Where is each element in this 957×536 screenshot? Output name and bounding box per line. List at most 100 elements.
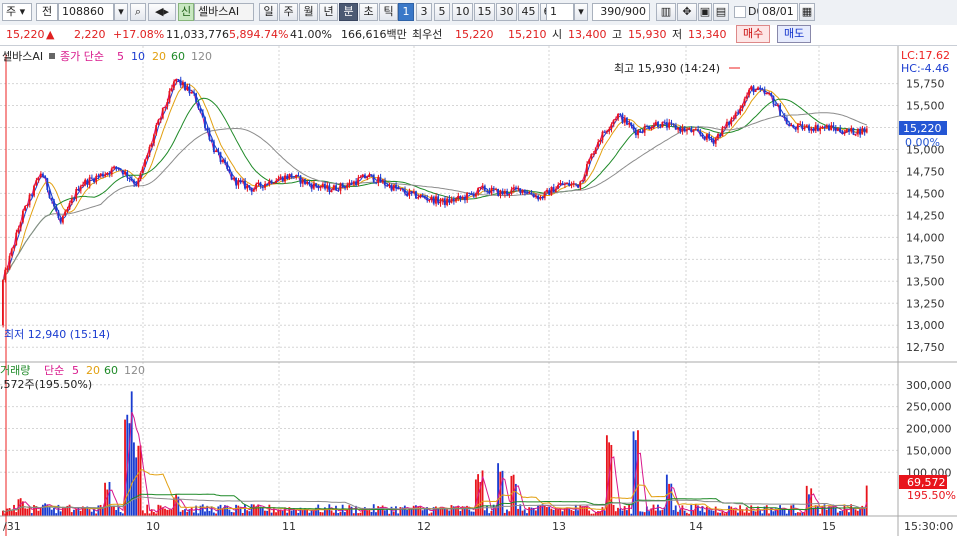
interval-45[interactable]: 45 xyxy=(518,3,539,21)
current-price-tag-text: 15,220 xyxy=(903,122,942,135)
candle-body xyxy=(590,153,593,160)
volume-bar xyxy=(281,511,284,516)
candle-body xyxy=(570,184,573,186)
count-field[interactable]: 390/900 xyxy=(592,3,650,21)
volume-bar xyxy=(246,510,249,516)
interval-input[interactable]: 1 xyxy=(546,3,574,21)
candle-body xyxy=(343,186,346,188)
interval-3[interactable]: 3 xyxy=(416,3,432,21)
volume-bar xyxy=(703,512,706,516)
candle-body xyxy=(803,127,806,130)
period-week[interactable]: 주 xyxy=(279,3,298,21)
candle-body xyxy=(228,169,231,173)
stock-code-input[interactable]: 108860 xyxy=(58,3,114,21)
interval-5[interactable]: 5 xyxy=(434,3,450,21)
volume-bar xyxy=(77,506,80,516)
interval-15[interactable]: 15 xyxy=(474,3,495,21)
candle-body xyxy=(259,182,262,187)
candle-body xyxy=(33,185,35,196)
volume-bar xyxy=(330,510,333,516)
candle-body xyxy=(113,166,115,169)
candle-body xyxy=(697,129,699,132)
candle-body xyxy=(592,153,595,155)
volume-bar xyxy=(93,509,95,516)
type-select[interactable]: 주 ▾ xyxy=(2,3,32,21)
candle-body xyxy=(759,87,762,90)
volume-ma-line xyxy=(2,412,868,514)
candle-body xyxy=(794,127,797,130)
period-minute[interactable]: 분 xyxy=(339,3,358,21)
search-icon[interactable]: ⌕ xyxy=(130,3,146,21)
volume-bar xyxy=(792,504,795,516)
candle-body xyxy=(150,142,153,147)
volume-bar xyxy=(152,512,155,516)
candle-body xyxy=(250,187,253,192)
interval-30[interactable]: 30 xyxy=(496,3,517,21)
candle-body xyxy=(736,112,739,114)
period-year[interactable]: 년 xyxy=(319,3,338,21)
interval-1[interactable]: 1 xyxy=(398,3,414,21)
d0-checkbox[interactable] xyxy=(734,6,746,18)
candle-body xyxy=(765,93,768,95)
price-legend-prefix: 종가 단순 xyxy=(60,50,104,63)
save-icon[interactable]: ▣ xyxy=(698,3,712,21)
volume-bar xyxy=(110,506,113,516)
volume-bar xyxy=(24,508,27,516)
period-month[interactable]: 월 xyxy=(299,3,318,21)
volume-bar xyxy=(517,508,519,516)
volume-bar xyxy=(772,511,775,516)
candle-body xyxy=(848,129,850,132)
ma-legend-120: 120 xyxy=(191,50,212,63)
time-axis-label: 10 xyxy=(146,520,160,533)
period-second[interactable]: 초 xyxy=(359,3,378,21)
candle-body xyxy=(861,128,864,135)
sound-icon[interactable]: ◀▸ xyxy=(148,3,176,21)
volume-bar xyxy=(561,511,564,516)
volume-bar xyxy=(412,505,415,516)
candle-body xyxy=(235,177,237,186)
date-input[interactable]: 08/01 xyxy=(758,3,798,21)
candle-body xyxy=(297,175,300,177)
crosshair-icon[interactable]: ✥ xyxy=(677,3,697,21)
volume-bar xyxy=(623,506,626,516)
volume-bar xyxy=(854,509,857,516)
interval-10[interactable]: 10 xyxy=(452,3,473,21)
candle-body xyxy=(99,173,102,177)
candle-body xyxy=(279,176,282,179)
stock-chart[interactable]: 15,75015,50015,25015,00014,75014,50014,2… xyxy=(0,46,957,536)
candle-body xyxy=(383,180,386,186)
volume-bar xyxy=(619,508,622,516)
sell-button[interactable]: 매도 xyxy=(777,25,812,43)
candle-body xyxy=(426,198,428,201)
volume-bar xyxy=(190,507,193,516)
candle-body xyxy=(277,178,280,181)
candle-body xyxy=(286,175,289,179)
candle-body xyxy=(188,86,191,94)
candle-body xyxy=(77,188,80,191)
vol-ma-legend-5: 5 xyxy=(72,364,79,377)
period-day[interactable]: 일 xyxy=(259,3,278,21)
volume-info: ,572주(195.50%) xyxy=(0,378,92,391)
volume-bar xyxy=(141,510,144,516)
volume-bar xyxy=(295,509,297,516)
volume-bar xyxy=(681,505,684,516)
candle-type-icon[interactable]: ▥ xyxy=(656,3,676,21)
candle-body xyxy=(388,184,391,187)
candle-body xyxy=(690,128,693,133)
calendar-icon[interactable]: ▦ xyxy=(799,3,815,21)
code-dropdown-button[interactable]: ▾ xyxy=(114,3,128,21)
buy-button[interactable]: 매수 xyxy=(736,25,771,43)
candle-body xyxy=(339,183,342,191)
volume-bar xyxy=(79,510,82,516)
print-icon[interactable]: ▤ xyxy=(713,3,729,21)
market-select[interactable]: 전 xyxy=(36,3,58,21)
volume-bar xyxy=(865,485,868,516)
interval-dropdown-button[interactable]: ▾ xyxy=(574,3,588,21)
volume-bar xyxy=(601,507,604,516)
volume-value: 11,033,776 xyxy=(166,28,229,41)
candle-body xyxy=(321,183,324,188)
period-tick[interactable]: 틱 xyxy=(379,3,398,21)
volume-bar xyxy=(776,510,779,516)
volume-bar xyxy=(712,510,715,516)
chart-stock-name: 셀바스AI xyxy=(2,50,43,63)
